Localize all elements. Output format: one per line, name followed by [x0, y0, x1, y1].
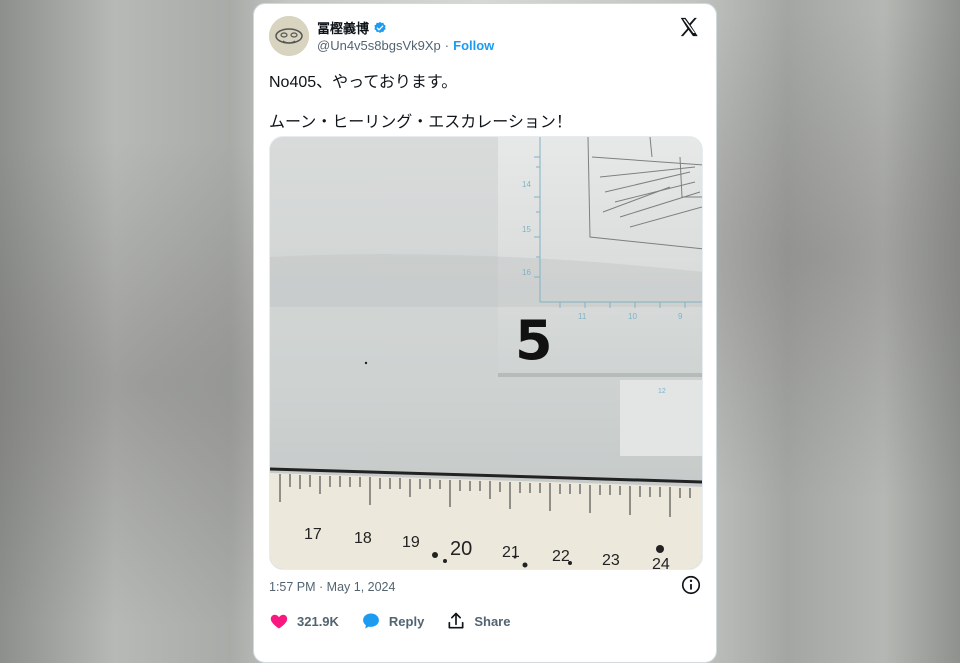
reply-label: Reply [388, 613, 425, 629]
like-button[interactable]: 321.9K [269, 611, 339, 631]
ruler-number: 19 [402, 534, 420, 551]
grid-number: 15 [522, 225, 531, 234]
avatar[interactable] [269, 16, 309, 56]
grid-number: 11 [578, 312, 587, 321]
action-bar: 321.9K Reply Share [269, 611, 510, 631]
author-name[interactable]: 冨樫義博 [317, 18, 369, 37]
grid-number: 10 [628, 312, 637, 321]
ruler [270, 473, 702, 569]
author-handle[interactable]: @Un4v5s8bgsVk9Xp [317, 38, 441, 53]
heart-icon [270, 614, 288, 629]
grid-number: 12 [658, 388, 666, 395]
handle-row: @Un4v5s8bgsVk9Xp · Follow [317, 38, 494, 53]
grid-number: 16 [522, 268, 531, 277]
ruler-number: 24 [652, 556, 670, 570]
ruler-number: 17 [304, 526, 322, 543]
ruler-number: 20 [450, 538, 472, 560]
grid-number: 9 [678, 312, 683, 321]
share-icon [448, 612, 464, 629]
ruler-number: 23 [602, 552, 620, 569]
ruler-number: 22 [552, 548, 570, 565]
x-logo-icon[interactable] [678, 16, 700, 38]
handle-separator: · [444, 38, 450, 53]
verified-badge-icon [374, 21, 386, 33]
info-icon[interactable] [680, 574, 702, 596]
tweet-text-line-1: No405、やっております。 [269, 74, 458, 91]
tweet-text-line-2: ムーン・ヒーリング・エスカレーション！ [269, 114, 572, 131]
ruler-number: 18 [354, 530, 372, 547]
like-count: 321.9K [297, 613, 339, 629]
tweet-card: 冨樫義博 @Un4v5s8bgsVk9Xp · Follow No405、やって… [253, 3, 717, 663]
photo-drawing: 14 15 16 11 10 9 5 12 17 18 19 20 21 22 … [270, 137, 702, 570]
follow-button[interactable]: Follow [453, 38, 494, 53]
handwritten-mark: 5 [515, 309, 553, 372]
avatar-drawing [269, 16, 309, 56]
author-row: 冨樫義博 [317, 18, 387, 37]
reply-button[interactable]: Reply [361, 611, 424, 631]
reply-bubble-icon [363, 613, 379, 629]
tweet-photo[interactable]: 14 15 16 11 10 9 5 12 17 18 19 20 21 22 … [269, 136, 703, 570]
timestamp[interactable]: 1:57 PM · May 1, 2024 [269, 580, 395, 594]
share-label: Share [474, 613, 511, 629]
ruler-number: 21 [502, 544, 520, 561]
share-button[interactable]: Share [446, 611, 510, 631]
grid-number: 14 [522, 180, 531, 189]
